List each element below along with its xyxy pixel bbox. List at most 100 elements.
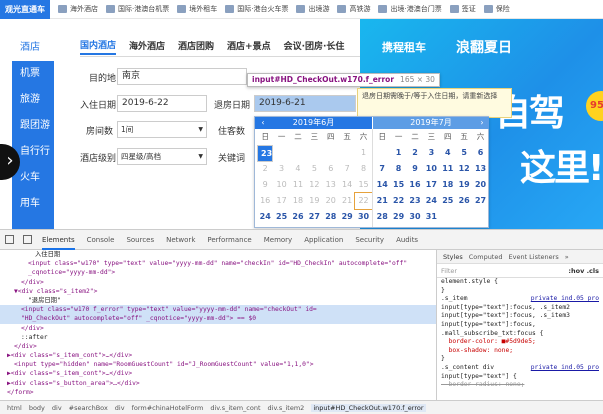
calendar-day[interactable]: 17	[273, 193, 289, 209]
calendar-day[interactable]: 26	[456, 193, 472, 209]
calendar-day[interactable]: 22	[354, 192, 373, 210]
breadcrumb-item[interactable]: div.s_item2	[268, 404, 305, 412]
breadcrumb-item[interactable]: input#HD_CheckOut.w170.f_error	[311, 404, 426, 412]
calendar-day[interactable]: 11	[440, 161, 456, 177]
topnav-item-visa[interactable]: 签证	[449, 4, 476, 14]
topnav-item-overseas-hotel[interactable]: 海外酒店	[58, 4, 98, 14]
calendar-day[interactable]: 17	[423, 177, 439, 193]
topnav-item-intl-trains[interactable]: 国际·港台火车票	[225, 4, 288, 14]
calendar-day[interactable]: 28	[323, 209, 339, 225]
topnav-item-outbound-tours[interactable]: 出境游	[296, 4, 329, 14]
dom-line[interactable]: <input class="w170 f_error" type="text" …	[0, 305, 436, 315]
calendar-day[interactable]: 11	[290, 177, 306, 193]
calendar-day[interactable]: 15	[355, 177, 371, 193]
calendar-day[interactable]: 20	[472, 177, 488, 193]
dom-line[interactable]: <input type="hidden" name="RoomGuestCoun…	[0, 360, 436, 369]
devtools-tab[interactable]: Sources	[126, 230, 154, 250]
calendar-day[interactable]: 27	[306, 209, 322, 225]
calendar-day[interactable]: 2	[407, 145, 423, 161]
dom-line[interactable]: ▶<div class="s_item_cont">…</div>	[0, 369, 436, 378]
calendar-day[interactable]: 19	[456, 177, 472, 193]
tab-domestic-hotel[interactable]: 国内酒店	[80, 38, 117, 55]
calendar-day[interactable]: 6	[472, 145, 488, 161]
rooms-select[interactable]: 1间 ▼	[117, 121, 207, 138]
dom-line[interactable]: </div>	[0, 324, 436, 333]
calendar-day[interactable]: 9	[257, 177, 273, 193]
calendar-day[interactable]: 5	[456, 145, 472, 161]
styles-tab[interactable]: Computed	[469, 253, 503, 261]
dom-line[interactable]: ▼<div class="s_item2">	[0, 287, 436, 296]
breadcrumb-item[interactable]: div	[52, 404, 62, 412]
topnav-item-car-rental[interactable]: 境外租车	[177, 4, 217, 14]
breadcrumb-item[interactable]: #searchBox	[69, 404, 108, 412]
dom-line[interactable]: "退房日期"	[0, 296, 436, 305]
style-source-link[interactable]: private_ind.05_pro	[531, 364, 603, 373]
calendar-day[interactable]: 14	[374, 177, 390, 193]
calendar-day[interactable]: 19	[306, 193, 322, 209]
style-source-link[interactable]: private_ind.05_pro	[531, 295, 603, 304]
breadcrumb-item[interactable]: div.s_item_cont	[210, 404, 260, 412]
sidebar-item-group-tour[interactable]: 跟团游	[12, 113, 54, 139]
calendar-day[interactable]: 12	[306, 177, 322, 193]
elements-tree[interactable]: 入住日期 <input class="w170" type="text" valu…	[0, 250, 436, 400]
calendar-day[interactable]: 31	[423, 209, 439, 225]
sidebar-item-travel[interactable]: 旅游	[12, 87, 54, 113]
devtools-tab[interactable]: Console	[87, 230, 115, 250]
dom-line[interactable]: 入住日期	[0, 250, 436, 259]
dom-line[interactable]: "HD_CheckOut" autocomplete="off" _cqnoti…	[0, 314, 436, 324]
calendar-day[interactable]: 8	[390, 161, 406, 177]
dom-line[interactable]: _cqnotice="yyyy-mm-dd">	[0, 268, 436, 277]
breadcrumb-item[interactable]: body	[29, 404, 45, 412]
calendar-day[interactable]: 6	[323, 161, 339, 177]
calendar-day[interactable]: 13	[472, 161, 488, 177]
breadcrumb-item[interactable]: div	[115, 404, 125, 412]
calendar-day[interactable]: 7	[339, 161, 355, 177]
calendar-day[interactable]: 24	[257, 209, 273, 225]
calendar-day[interactable]: 1	[390, 145, 406, 161]
calendar-day[interactable]: 23	[407, 193, 423, 209]
calendar-day[interactable]: 16	[257, 193, 273, 209]
calendar-day[interactable]: 7	[374, 161, 390, 177]
devtools-tab[interactable]: Performance	[207, 230, 251, 250]
devtools-tab[interactable]: Network	[166, 230, 195, 250]
calendar-day[interactable]: 13	[323, 177, 339, 193]
filter-buttons[interactable]: :hov .cls	[568, 264, 599, 278]
site-logo[interactable]: 观光直通车	[0, 0, 50, 19]
calendar-day[interactable]: 2	[257, 161, 273, 177]
calendar-day[interactable]: 25	[440, 193, 456, 209]
topnav-item-insurance[interactable]: 保险	[483, 4, 510, 14]
dom-line[interactable]: <input class="w170" type="text" value="y…	[0, 259, 436, 268]
devtools-tab[interactable]: Elements	[42, 230, 75, 250]
calendar-day[interactable]: 1	[355, 145, 371, 161]
calendar-day[interactable]: 21	[374, 193, 390, 209]
calendar-day[interactable]: 29	[390, 209, 406, 225]
calendar-day[interactable]: 3	[273, 161, 289, 177]
devtools-tab[interactable]: Memory	[264, 230, 292, 250]
tab-overseas-hotel[interactable]: 海外酒店	[129, 39, 165, 54]
devtools-tab[interactable]: Audits	[396, 230, 418, 250]
calendar-day[interactable]: 10	[273, 177, 289, 193]
devtools-tab[interactable]: Application	[304, 230, 343, 250]
sidebar-item-car[interactable]: 用车	[12, 191, 54, 217]
calendar-day[interactable]: 29	[339, 209, 355, 225]
calendar-day[interactable]: 24	[423, 193, 439, 209]
calendar-day[interactable]: 20	[323, 193, 339, 209]
tab-conference-longstay[interactable]: 会议·团房·长住	[284, 39, 345, 54]
calendar-day[interactable]: 14	[339, 177, 355, 193]
topnav-item-intl-flights[interactable]: 国际·港澳台机票	[106, 4, 169, 14]
checkin-input[interactable]: 2019-6-22	[117, 95, 207, 112]
calendar-day[interactable]: 22	[390, 193, 406, 209]
calendar-day[interactable]: 4	[290, 161, 306, 177]
calendar-day[interactable]: 30	[407, 209, 423, 225]
hotel-level-select[interactable]: 四星级/高档 ▼	[117, 148, 207, 165]
dom-line[interactable]: </div>	[0, 342, 436, 351]
calendar-day[interactable]: 16	[407, 177, 423, 193]
topnav-item-rail-tours[interactable]: 高铁游	[337, 4, 370, 14]
calendar-day[interactable]: 28	[374, 209, 390, 225]
calendar-day[interactable]: 9	[407, 161, 423, 177]
dom-line[interactable]: ▶<div class="s_item_cont">…</div>	[0, 351, 436, 360]
dom-line[interactable]: ▶<div class="s_button_area">…</div>	[0, 379, 436, 388]
styles-tab[interactable]: »	[565, 253, 569, 261]
dom-line[interactable]: ::after	[0, 333, 436, 342]
breadcrumb-item[interactable]: form#chinaHotelForm	[132, 404, 204, 412]
